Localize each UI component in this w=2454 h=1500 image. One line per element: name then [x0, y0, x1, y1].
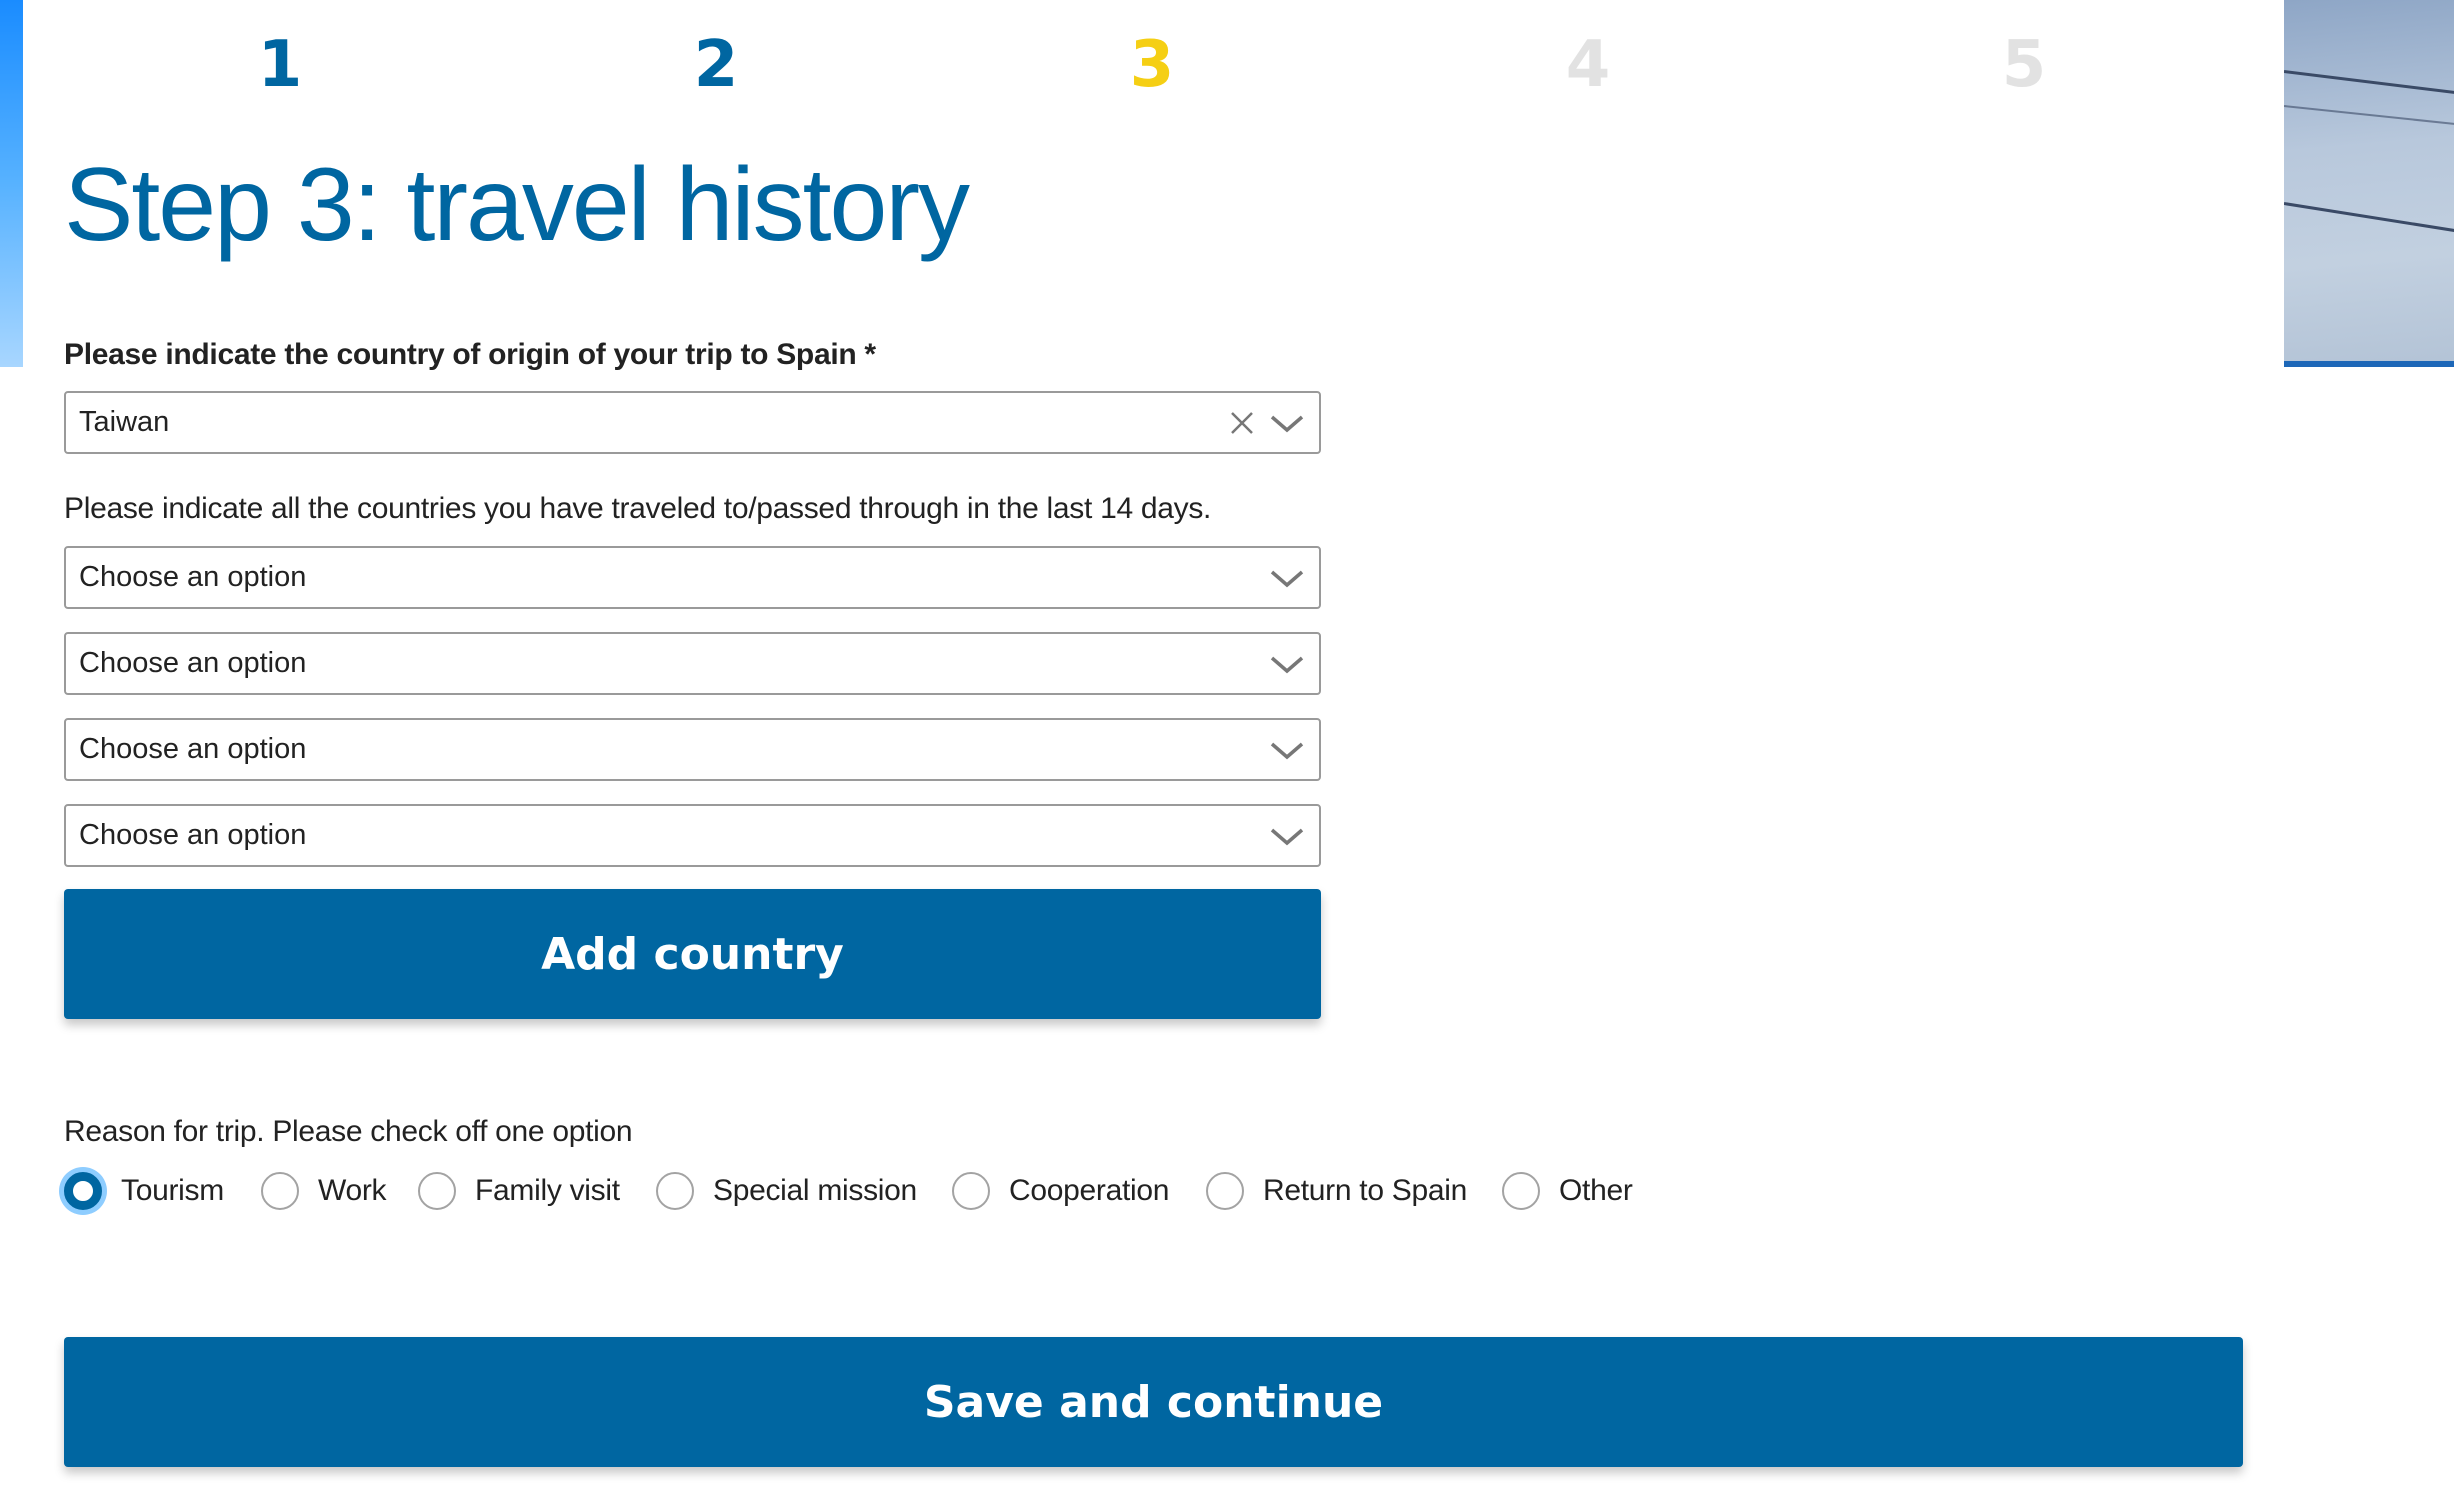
save-and-continue-button[interactable]: Save and continue — [64, 1337, 2243, 1467]
radio-family-visit[interactable]: Family visit — [418, 1168, 620, 1214]
radio-label: Cooperation — [1009, 1174, 1170, 1207]
photo-detail — [2284, 70, 2454, 98]
radio-label: Family visit — [475, 1174, 620, 1207]
radio-tourism[interactable]: Tourism — [64, 1168, 224, 1214]
radio-label: Tourism — [121, 1174, 224, 1207]
transit-country-select-1[interactable]: Choose an option — [64, 546, 1321, 609]
select-placeholder: Choose an option — [79, 819, 307, 851]
step-1: 1 — [257, 28, 303, 102]
background-image-right — [2284, 0, 2454, 367]
radio-button[interactable] — [1206, 1172, 1244, 1210]
add-country-button[interactable]: Add country — [64, 889, 1321, 1019]
transit-country-select-2[interactable]: Choose an option — [64, 632, 1321, 695]
radio-label: Return to Spain — [1263, 1174, 1467, 1207]
select-placeholder: Choose an option — [79, 647, 307, 679]
reason-radio-group: Tourism Work Family visit Special missio… — [0, 1168, 2000, 1214]
radio-return-to-spain[interactable]: Return to Spain — [1206, 1168, 1467, 1214]
radio-other[interactable]: Other — [1502, 1168, 1633, 1214]
radio-cooperation[interactable]: Cooperation — [952, 1168, 1169, 1214]
radio-label: Special mission — [713, 1174, 917, 1207]
photo-detail — [2284, 202, 2454, 237]
origin-country-label: Please indicate the country of origin of… — [64, 338, 876, 371]
transit-country-select-4[interactable]: Choose an option — [64, 804, 1321, 867]
reason-for-trip-label: Reason for trip. Please check off one op… — [64, 1115, 633, 1148]
chevron-down-icon — [1270, 570, 1304, 587]
transit-countries-label: Please indicate all the countries you ha… — [64, 492, 1212, 525]
radio-button[interactable] — [1502, 1172, 1540, 1210]
radio-button[interactable] — [64, 1172, 102, 1210]
close-icon[interactable] — [1227, 408, 1257, 438]
chevron-down-icon — [1270, 656, 1304, 673]
step-2: 2 — [693, 28, 739, 102]
radio-special-mission[interactable]: Special mission — [656, 1168, 917, 1214]
page-title: Step 3: travel history — [64, 147, 970, 263]
transit-country-select-3[interactable]: Choose an option — [64, 718, 1321, 781]
chevron-down-icon — [1270, 415, 1304, 432]
select-placeholder: Choose an option — [79, 561, 307, 593]
chevron-down-icon — [1270, 742, 1304, 759]
step-4: 4 — [1565, 28, 1611, 102]
origin-country-value: Taiwan — [79, 406, 170, 438]
radio-work[interactable]: Work — [261, 1168, 387, 1214]
photo-detail — [2284, 361, 2454, 367]
step-5: 5 — [2001, 28, 2047, 102]
origin-country-select[interactable]: Taiwan — [64, 391, 1321, 454]
radio-button[interactable] — [656, 1172, 694, 1210]
radio-button[interactable] — [261, 1172, 299, 1210]
chevron-down-icon — [1270, 828, 1304, 845]
photo-detail — [2284, 105, 2454, 128]
radio-label: Other — [1559, 1174, 1633, 1207]
radio-label: Work — [318, 1174, 387, 1207]
radio-button[interactable] — [952, 1172, 990, 1210]
radio-button[interactable] — [418, 1172, 456, 1210]
step-progress: 1 2 3 4 5 — [0, 20, 2284, 110]
select-placeholder: Choose an option — [79, 733, 307, 765]
step-3: 3 — [1129, 28, 1175, 102]
